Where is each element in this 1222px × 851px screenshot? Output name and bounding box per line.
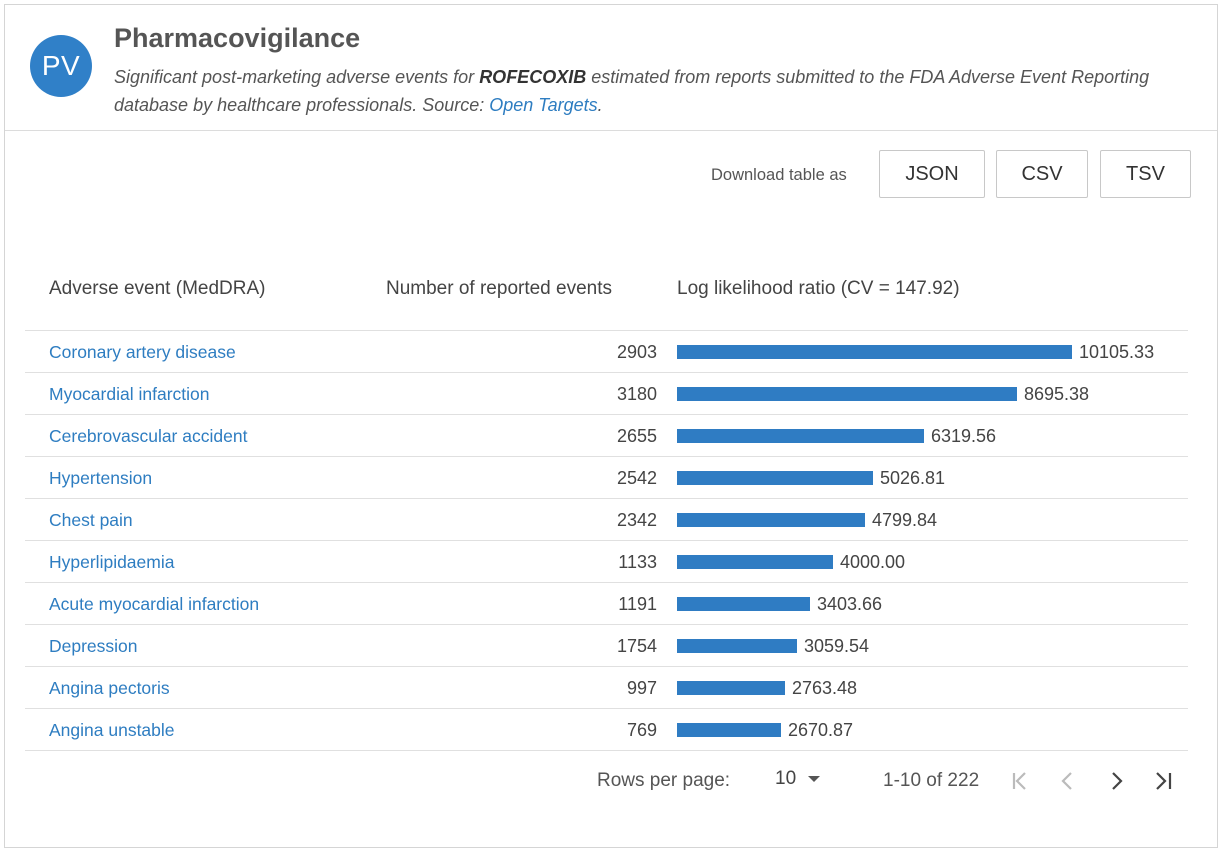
log-likelihood-bar [677, 723, 781, 737]
download-csv-button[interactable]: CSV [996, 150, 1088, 198]
log-likelihood-value: 4799.84 [872, 510, 938, 530]
reported-events-count: 769 [626, 720, 657, 740]
adverse-event-link[interactable]: Hyperlipidaemia [49, 552, 174, 573]
log-likelihood-bar [677, 555, 833, 569]
column-header-reported-events: Number of reported events [386, 278, 613, 299]
table-row: Angina unstable 769 2670.87 [25, 709, 1188, 751]
log-likelihood-bar [677, 387, 1017, 401]
reported-events-count: 2655 [616, 426, 657, 446]
column-header-log-likelihood: Log likelihood ratio (CV = 147.92) [677, 278, 960, 299]
table-row: Depression 1754 3059.54 [25, 625, 1188, 667]
card-header: PV Pharmacovigilance Significant post-ma… [5, 5, 1217, 131]
table-row: Chest pain 2342 4799.84 [25, 499, 1188, 541]
reported-events-count: 3180 [616, 384, 657, 404]
source-link[interactable]: Open Targets [489, 95, 597, 115]
log-likelihood-bar [677, 471, 873, 485]
avatar: PV [30, 35, 92, 97]
adverse-event-link[interactable]: Angina unstable [49, 720, 175, 741]
section-description: Significant post-marketing adverse event… [114, 63, 1204, 119]
dropdown-caret-icon [808, 776, 821, 782]
download-tsv-button[interactable]: TSV [1100, 150, 1191, 198]
log-likelihood-bar [677, 513, 865, 527]
rows-per-page-label: Rows per page: [597, 770, 731, 791]
log-likelihood-bar [677, 345, 1072, 359]
log-likelihood-value: 3403.66 [817, 594, 883, 614]
reported-events-count: 1133 [618, 552, 657, 572]
reported-events-count: 2903 [616, 342, 657, 362]
column-header-adverse-event: Adverse event (MedDRA) [49, 278, 266, 299]
log-likelihood-bar [677, 429, 924, 443]
adverse-event-link[interactable]: Depression [49, 636, 138, 657]
adverse-event-link[interactable]: Chest pain [49, 510, 133, 531]
adverse-event-link[interactable]: Coronary artery disease [49, 342, 236, 363]
next-page-icon[interactable] [1101, 766, 1131, 796]
download-json-button[interactable]: JSON [879, 150, 985, 198]
table-row: Hypertension 2542 5026.81 [25, 457, 1188, 499]
description-text-end: . [597, 95, 603, 115]
adverse-event-link[interactable]: Acute myocardial infarction [49, 594, 259, 615]
adverse-event-link[interactable]: Angina pectoris [49, 678, 170, 699]
adverse-event-link[interactable]: Myocardial infarction [49, 384, 209, 405]
log-likelihood-value: 5026.81 [880, 468, 946, 488]
log-likelihood-value: 10105.33 [1079, 342, 1155, 362]
log-likelihood-bar [677, 639, 797, 653]
log-likelihood-value: 2670.87 [788, 720, 854, 740]
table-row: Angina pectoris 997 2763.48 [25, 667, 1188, 709]
previous-page-icon[interactable] [1053, 766, 1083, 796]
pagination-range: 1-10 of 222 [883, 770, 980, 791]
first-page-icon[interactable] [1006, 766, 1036, 796]
table-row: Cerebrovascular accident 2655 6319.56 [25, 415, 1188, 457]
section-title: Pharmacovigilance [114, 23, 361, 53]
rows-per-page-value: 10 [775, 768, 797, 789]
log-likelihood-bar [677, 681, 785, 695]
table-row: Coronary artery disease 2903 10105.33 [25, 331, 1188, 373]
reported-events-count: 1191 [618, 594, 657, 614]
log-likelihood-value: 3059.54 [804, 636, 870, 656]
description-text-start: Significant post-marketing adverse event… [114, 67, 480, 87]
reported-events-count: 1754 [616, 636, 657, 656]
log-likelihood-value: 8695.38 [1024, 384, 1090, 404]
download-label: Download table as [711, 166, 847, 184]
reported-events-count: 2342 [616, 510, 657, 530]
table-row: Myocardial infarction 3180 8695.38 [25, 373, 1188, 415]
adverse-event-link[interactable]: Hypertension [49, 468, 152, 489]
table-row: Acute myocardial infarction 1191 3403.66 [25, 583, 1188, 625]
drug-name: ROFECOXIB [479, 67, 587, 87]
log-likelihood-value: 4000.00 [840, 552, 906, 572]
rows-per-page-select[interactable]: 10 [775, 768, 821, 790]
table-row: Hyperlipidaemia 1133 4000.00 [25, 541, 1188, 583]
log-likelihood-value: 6319.56 [931, 426, 997, 446]
reported-events-count: 2542 [616, 468, 657, 488]
log-likelihood-bar [677, 597, 810, 611]
reported-events-count: 997 [626, 678, 657, 698]
log-likelihood-value: 2763.48 [792, 678, 858, 698]
adverse-event-link[interactable]: Cerebrovascular accident [49, 426, 247, 447]
last-page-icon[interactable] [1148, 766, 1178, 796]
